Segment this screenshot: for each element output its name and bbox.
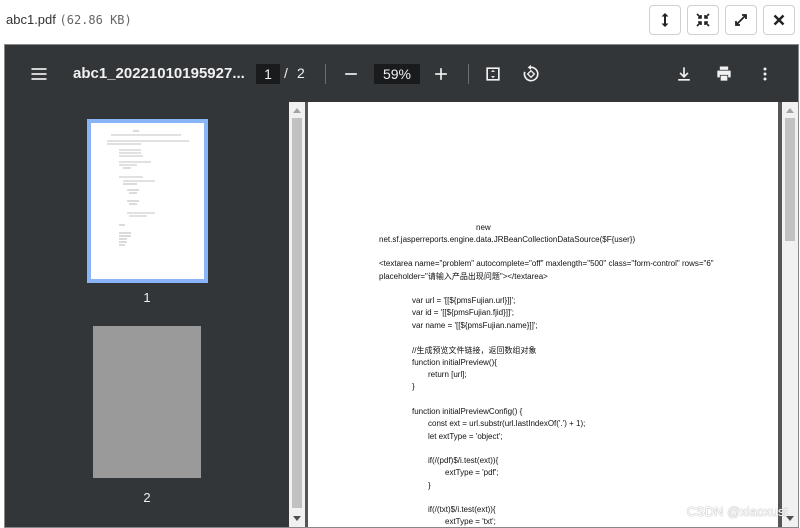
vertical-resize-button[interactable] <box>649 5 681 35</box>
doc-line: new <box>476 223 491 232</box>
thumbnail-preview <box>107 130 189 246</box>
doc-line: extType = 'txt'; <box>445 517 496 526</box>
sidebar-scrollbar[interactable] <box>289 102 305 527</box>
pdf-viewer: abc1_20221010195927... 1 / 2 59% 1 2 new… <box>4 44 799 528</box>
sidebar-scroll-thumb[interactable] <box>292 118 302 508</box>
menu-button[interactable] <box>27 62 51 86</box>
thumbnail-label-1: 1 <box>143 290 151 305</box>
doc-line: placeholder="请输入产品出现问题"></textarea> <box>379 272 548 281</box>
doc-line: var url = '[[${pmsFujian.url}]]'; <box>412 296 516 305</box>
close-icon <box>773 14 785 26</box>
doc-line: net.sf.jasperreports.engine.data.JRBeanC… <box>379 235 636 244</box>
doc-line: //生成预览文件链接，返回数组对象 <box>412 346 537 355</box>
collapse-icon <box>696 13 710 27</box>
scroll-up-icon[interactable] <box>786 108 794 113</box>
document-area: new net.sf.jasperreports.engine.data.JRB… <box>305 102 785 527</box>
print-button[interactable] <box>712 62 736 86</box>
dialog-header: abc1.pdf (62.86 KB) <box>0 0 800 40</box>
printer-icon <box>717 66 731 81</box>
doc-line: } <box>412 382 415 391</box>
vertical-dots-icon <box>763 67 767 81</box>
dialog-title: abc1.pdf (62.86 KB) <box>6 12 132 27</box>
page-thumbnail-1[interactable] <box>87 119 208 283</box>
shrink-button[interactable] <box>687 5 719 35</box>
doc-line: function initialPreviewConfig() { <box>412 407 523 416</box>
rotate-icon <box>523 64 539 82</box>
document-scroll-thumb[interactable] <box>785 118 795 241</box>
close-button[interactable] <box>763 5 795 35</box>
more-options-button[interactable] <box>753 62 777 86</box>
doc-line: var id = '[[${pmsFujian.fjid}]]'; <box>412 308 514 317</box>
zoom-in-button[interactable] <box>429 62 453 86</box>
document-title: abc1_20221010195927... <box>73 65 245 82</box>
zoom-input[interactable]: 59% <box>374 64 420 84</box>
thumbnail-label-2: 2 <box>143 490 151 505</box>
download-button[interactable] <box>672 62 696 86</box>
rotate-button[interactable] <box>519 62 543 86</box>
doc-line: if(/(txt)$/i.test(ext)){ <box>428 505 496 514</box>
zoom-out-button[interactable] <box>339 62 363 86</box>
toolbar-divider <box>468 64 469 84</box>
doc-line: const ext = url.substr(url.lastIndexOf('… <box>428 419 586 428</box>
doc-line: function initialPreview(){ <box>412 358 497 367</box>
thumbnail-sidebar: 1 2 <box>5 102 289 527</box>
scroll-down-icon[interactable] <box>293 516 301 521</box>
expand-icon <box>735 14 747 26</box>
fit-page-button[interactable] <box>481 62 505 86</box>
doc-line: if(/(pdf)$/i.test(ext)){ <box>428 456 499 465</box>
doc-line: <textarea name="problem" autocomplete="o… <box>379 259 714 268</box>
vertical-arrows-icon <box>661 13 669 27</box>
page-total: 2 <box>297 65 305 81</box>
page-thumbnail-2[interactable] <box>93 326 201 478</box>
hamburger-icon <box>31 68 47 80</box>
doc-line: extType = 'pdf'; <box>445 468 499 477</box>
viewer-toolbar: abc1_20221010195927... 1 / 2 59% <box>5 45 798 102</box>
document-page: new net.sf.jasperreports.engine.data.JRB… <box>308 102 778 527</box>
document-scrollbar[interactable] <box>782 102 798 527</box>
plus-icon <box>435 68 447 80</box>
doc-line: } <box>428 481 431 490</box>
fullscreen-button[interactable] <box>725 5 757 35</box>
doc-line: return [url]; <box>428 370 467 379</box>
file-size: (62.86 KB) <box>59 13 132 27</box>
watermark: CSDN @xiaoxust <box>686 504 788 519</box>
toolbar-divider <box>325 64 326 84</box>
minus-icon <box>345 73 357 75</box>
file-title: abc1.pdf <box>6 12 56 27</box>
doc-line: var name = '[[${pmsFujian.name}]]'; <box>412 321 538 330</box>
page-separator: / <box>284 65 288 81</box>
download-icon <box>678 67 690 81</box>
doc-line: let extType = 'object'; <box>428 432 503 441</box>
fit-to-page-icon <box>486 67 500 81</box>
scroll-up-icon[interactable] <box>293 108 301 113</box>
page-number-input[interactable]: 1 <box>256 64 280 84</box>
